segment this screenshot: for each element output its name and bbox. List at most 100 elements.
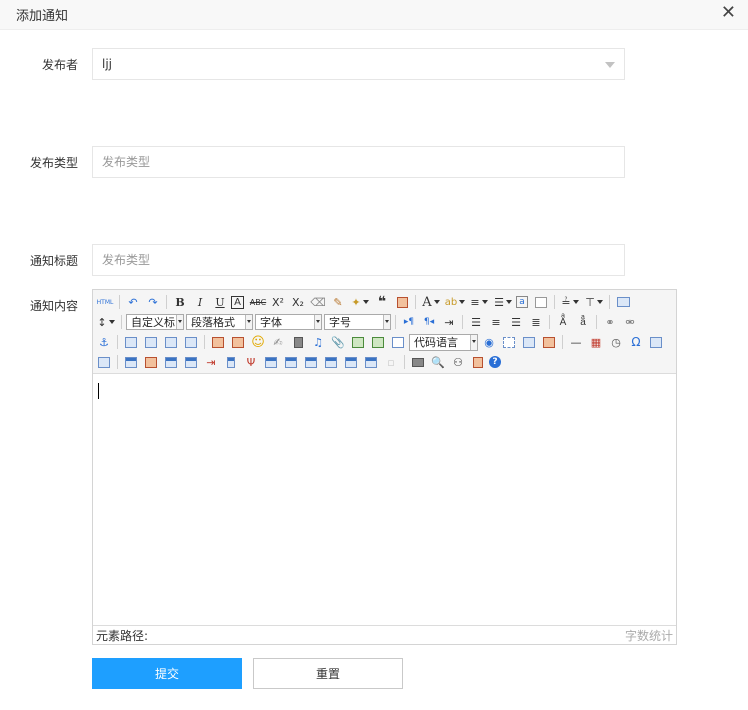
gmap-icon[interactable] (369, 333, 387, 351)
date-icon[interactable]: ▦ (587, 333, 605, 351)
special-chars-icon[interactable]: Ω (627, 333, 645, 351)
undo-icon[interactable]: ↶ (124, 293, 142, 311)
code-language-select[interactable]: 代码语言 (409, 333, 478, 351)
bold-icon[interactable]: B (171, 293, 189, 311)
insert-video-icon[interactable] (289, 333, 307, 351)
html-source-button[interactable]: HTML (95, 293, 115, 311)
page-break-icon[interactable] (500, 333, 518, 351)
editor-content-area[interactable] (93, 375, 676, 625)
chart-icon[interactable]: ▫ (382, 353, 400, 371)
split-to-rows-icon[interactable] (342, 353, 360, 371)
link-icon[interactable]: ⚭ (601, 313, 619, 331)
custom-title-select[interactable]: 自定义标 (126, 314, 184, 330)
auto-format-icon[interactable]: ✦ (349, 293, 371, 311)
help-icon[interactable]: ? (489, 356, 501, 368)
clear-doc-icon[interactable] (532, 293, 550, 311)
font-family-select[interactable]: 字体 (255, 314, 322, 330)
insert-col-icon[interactable] (222, 353, 240, 371)
align-right-icon[interactable]: ☰ (507, 313, 525, 331)
unordered-list-icon[interactable]: ☰ (492, 293, 514, 311)
element-path: 元素路径: (96, 629, 149, 643)
publisher-select[interactable]: ljj (92, 48, 625, 80)
strikethrough-icon[interactable]: ABC (249, 293, 267, 311)
row-spacing-bottom-icon[interactable]: ⊤ (583, 293, 605, 311)
insert-table-icon[interactable] (122, 353, 140, 371)
merge-right-icon[interactable] (282, 353, 300, 371)
music-icon[interactable]: ♫ (309, 333, 327, 351)
align-center-icon[interactable]: ≡ (487, 313, 505, 331)
publish-type-placeholder: 发布类型 (102, 155, 151, 169)
superscript-icon[interactable]: X² (269, 293, 287, 311)
preview-icon[interactable] (614, 293, 632, 311)
align-justify-icon[interactable]: ≣ (527, 313, 545, 331)
ordered-list-icon[interactable]: ≡ (468, 293, 490, 311)
font-color-icon[interactable]: A (420, 293, 442, 311)
font-size-select[interactable]: 字号 (324, 314, 391, 330)
reset-button[interactable]: 重置 (253, 658, 403, 689)
underline-icon[interactable]: U (211, 293, 229, 311)
emotion-icon[interactable]: ☺ (249, 333, 267, 351)
map-icon[interactable] (349, 333, 367, 351)
search-replace-icon[interactable]: ⚇ (449, 353, 467, 371)
publisher-label: 发布者 (41, 58, 78, 72)
split-to-cols-icon[interactable] (362, 353, 380, 371)
line-height-icon[interactable]: ↕ (95, 313, 117, 331)
drafts-icon[interactable] (469, 353, 487, 371)
unlink-icon[interactable]: ⚮ (621, 313, 639, 331)
indent-icon[interactable]: ⇥ (440, 313, 458, 331)
close-icon[interactable]: ✕ (721, 3, 736, 23)
wordimage-icon[interactable] (647, 333, 665, 351)
insert-image-icon[interactable] (229, 333, 247, 351)
template-icon[interactable] (540, 333, 558, 351)
delete-row-icon[interactable]: ⇥ (202, 353, 220, 371)
format-brush-icon[interactable]: ✎ (329, 293, 347, 311)
blockquote-icon[interactable]: ❝ (373, 293, 391, 311)
italic-icon[interactable]: I (191, 293, 209, 311)
publisher-value: ljj (102, 57, 113, 71)
attachment-icon[interactable]: 📎 (329, 333, 347, 351)
align-left-icon[interactable]: ☰ (467, 313, 485, 331)
notice-content-label: 通知内容 (29, 299, 78, 313)
subscript-icon[interactable]: X₂ (289, 293, 307, 311)
time-icon[interactable]: ◷ (607, 333, 625, 351)
background-color-icon[interactable]: ab (444, 293, 466, 311)
image-none-icon[interactable] (122, 333, 140, 351)
simple-upload-icon[interactable] (209, 333, 227, 351)
delete-col-icon[interactable]: Ψ (242, 353, 260, 371)
rich-text-editor: HTML ↶ ↷ B I U A ABC X² X₂ ⌫ ✎ ✦ ❝ A ab (92, 289, 677, 645)
notice-title-input[interactable]: 发布类型 (92, 244, 625, 276)
word-count[interactable]: 字数统计 (625, 627, 673, 644)
insert-frame-icon[interactable] (389, 333, 407, 351)
publish-type-input[interactable]: 发布类型 (92, 146, 625, 178)
anchor-icon[interactable]: ⚓ (95, 333, 113, 351)
delete-table-icon[interactable] (142, 353, 160, 371)
print-icon[interactable] (409, 353, 427, 371)
insert-paragraph-before-table-icon[interactable] (162, 353, 180, 371)
split-to-cells-icon[interactable] (322, 353, 340, 371)
publish-type-label: 发布类型 (29, 156, 78, 170)
select-all-icon[interactable]: a (516, 296, 528, 308)
submit-button[interactable]: 提交 (92, 658, 242, 689)
merge-down-icon[interactable] (302, 353, 320, 371)
redo-icon[interactable]: ↷ (144, 293, 162, 311)
image-left-icon[interactable] (142, 333, 160, 351)
search-icon[interactable]: 🔍 (429, 353, 447, 371)
scrawl-icon[interactable]: ✍ (269, 333, 287, 351)
ltr-icon[interactable]: ▸¶ (400, 313, 418, 331)
webapp-icon[interactable]: ◉ (480, 333, 498, 351)
row-spacing-top-icon[interactable]: ≟ (559, 293, 581, 311)
eraser-icon[interactable]: ⌫ (309, 293, 327, 311)
image-right-icon[interactable] (162, 333, 180, 351)
to-lowercase-icon[interactable]: aͣ (574, 313, 592, 331)
image-center-icon[interactable] (182, 333, 200, 351)
rtl-icon[interactable]: ¶◂ (420, 313, 438, 331)
paragraph-format-select[interactable]: 段落格式 (186, 314, 253, 330)
background-icon[interactable] (520, 333, 538, 351)
pure-text-paste-icon[interactable] (393, 293, 411, 311)
snapscreen-icon[interactable] (95, 353, 113, 371)
merge-cells-icon[interactable] (262, 353, 280, 371)
to-uppercase-icon[interactable]: Aͣ (554, 313, 572, 331)
insert-row-icon[interactable] (182, 353, 200, 371)
horizontal-rule-icon[interactable]: — (567, 333, 585, 351)
font-border-icon[interactable]: A (231, 295, 244, 309)
